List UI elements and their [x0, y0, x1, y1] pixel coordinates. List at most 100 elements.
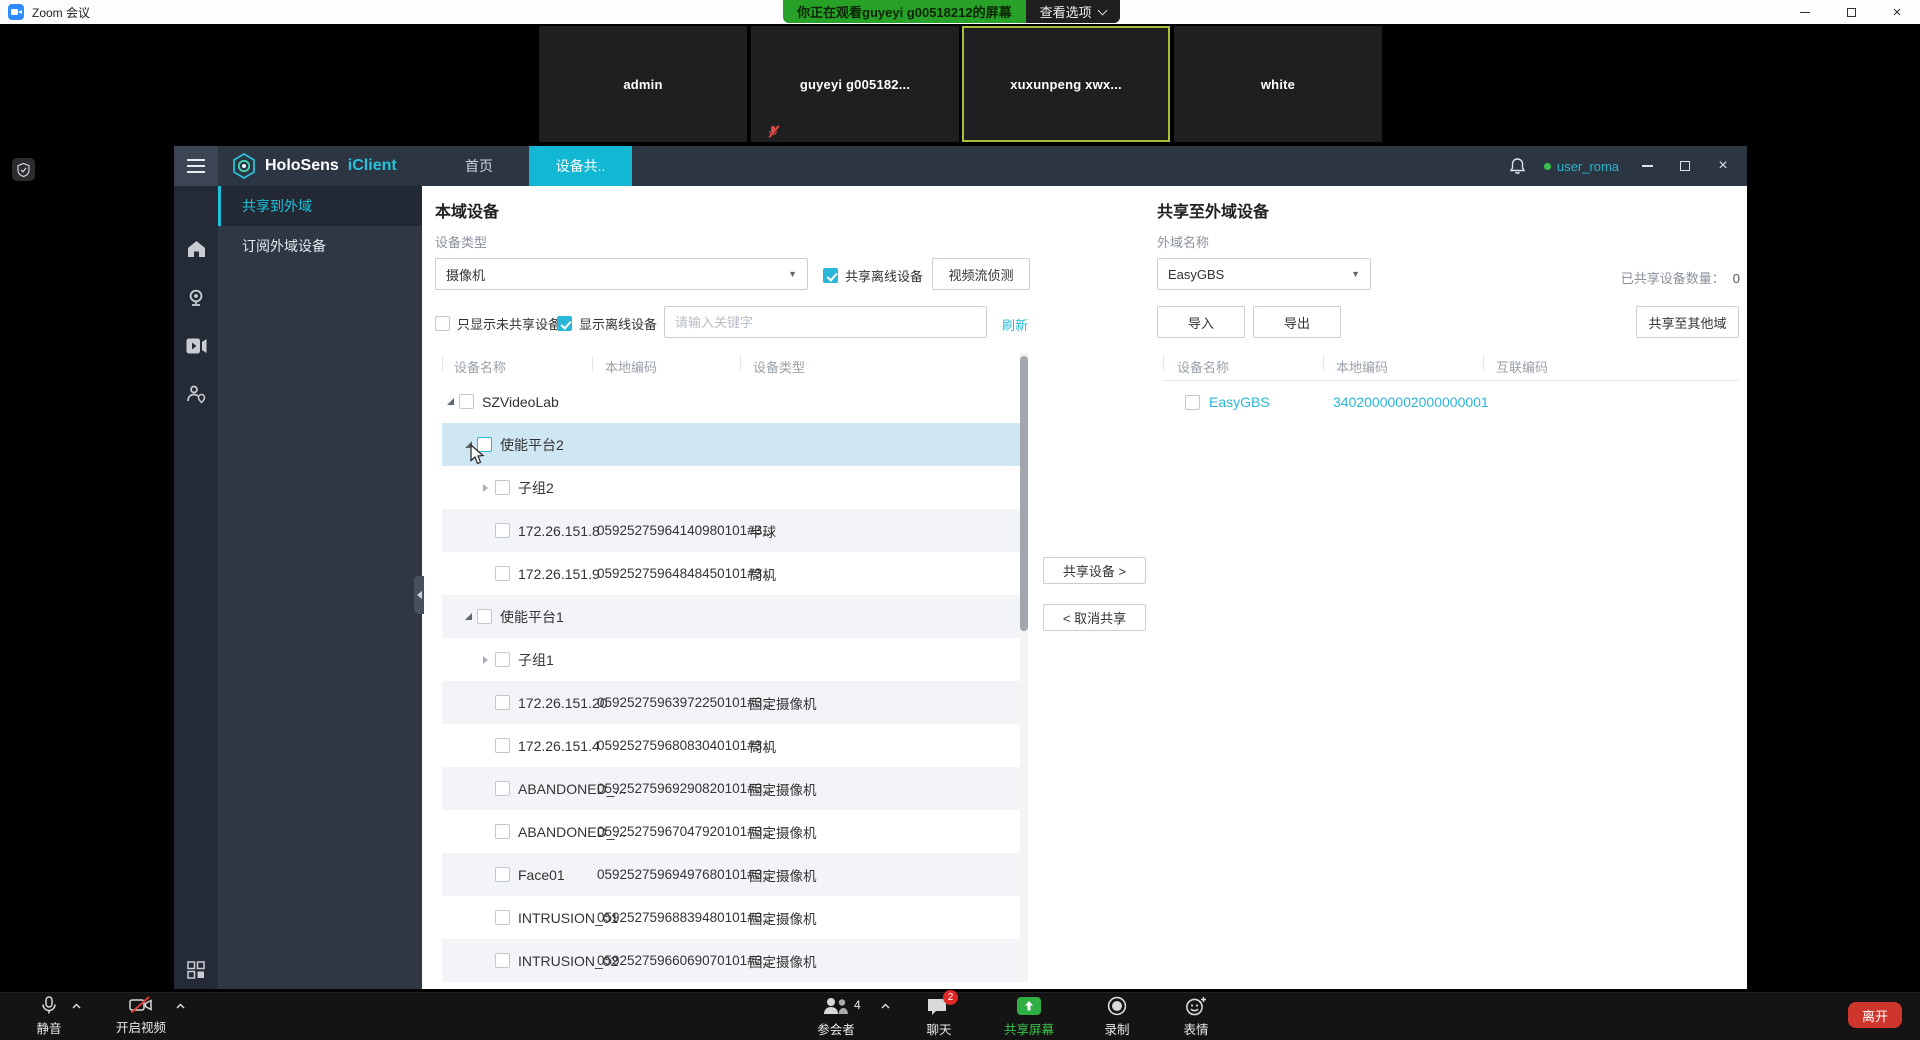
device-local-code: 05925275969290820101#3...	[597, 781, 774, 796]
tree-row-checkbox[interactable]	[495, 566, 510, 581]
tree-row-checkbox[interactable]	[495, 523, 510, 538]
tree-row-checkbox[interactable]	[495, 824, 510, 839]
holosens-hexagon-icon	[233, 153, 255, 179]
video-clip-icon[interactable]	[174, 329, 218, 363]
stream-detect-button[interactable]: 视频流侦测	[932, 258, 1030, 290]
tree-row[interactable]: 172.26.151.4 05925275968083040101#3... 筒机	[442, 724, 1020, 767]
show-offline-checkbox[interactable]: 显示离线设备	[557, 314, 657, 333]
checkbox-icon[interactable]	[435, 316, 450, 331]
video-options-caret[interactable]	[176, 1003, 185, 1009]
tree-row[interactable]: 172.26.151.8 05925275964140980101#3... 半球	[442, 509, 1020, 552]
app-restore-button[interactable]	[1675, 146, 1695, 186]
participant-name: white	[1260, 76, 1296, 92]
tree-row[interactable]: SZVideoLab	[442, 380, 1020, 423]
nav-collapse-handle[interactable]	[414, 576, 424, 614]
checkbox-icon[interactable]	[557, 316, 572, 331]
record-button[interactable]: 录制	[1079, 996, 1155, 1038]
tree-row-checkbox[interactable]	[495, 652, 510, 667]
participant-tile[interactable]: xuxunpeng xwx...	[962, 26, 1170, 142]
camera-device-icon[interactable]	[174, 281, 218, 315]
tree-row[interactable]: 172.26.151.9 05925275964848450101#3... 筒机	[442, 552, 1020, 595]
device-type: 固定摄像机	[749, 696, 817, 712]
maximize-button[interactable]	[1828, 0, 1874, 24]
tree-row[interactable]: 子组1	[442, 638, 1020, 681]
import-button[interactable]: 导入	[1157, 306, 1245, 338]
nav-item-subscribe-external[interactable]: 订阅外域设备	[218, 226, 422, 266]
security-shield-icon[interactable]	[12, 158, 35, 181]
unshare-device-button[interactable]: < 取消共享	[1043, 604, 1146, 631]
tree-row-checkbox[interactable]	[495, 910, 510, 925]
app-logo: HoloSens iClient	[232, 146, 397, 186]
export-button[interactable]: 导出	[1253, 306, 1341, 338]
share-device-button[interactable]: 共享设备 >	[1043, 557, 1146, 584]
share-offline-checkbox[interactable]: 共享离线设备	[823, 266, 923, 285]
tab-device-share[interactable]: 设备共..	[529, 146, 632, 186]
participant-tile[interactable]: admin	[539, 26, 747, 142]
tree-row-checkbox[interactable]	[495, 781, 510, 796]
only-unshared-checkbox[interactable]: 只显示未共享设备	[435, 314, 561, 333]
share-screen-button[interactable]: 共享屏幕	[991, 996, 1067, 1038]
remote-device-rows: EasyGBS 34020000002000000001	[1163, 382, 1739, 422]
tree-row[interactable]: Face01 05925275969497680101#3... 固定摄像机	[442, 853, 1020, 896]
reactions-button[interactable]: 表情	[1158, 996, 1234, 1038]
participant-tile[interactable]: white	[1174, 26, 1382, 142]
device-type-select[interactable]: 摄像机 ▼	[435, 258, 808, 290]
chat-button[interactable]: 2 聊天	[901, 990, 977, 1038]
user-chip[interactable]: user_roma	[1543, 159, 1619, 174]
alarm-bell-icon[interactable]	[1509, 157, 1526, 175]
participants-caret[interactable]	[881, 1003, 890, 1009]
start-video-button[interactable]: 开启视频	[103, 996, 179, 1036]
apps-grid-icon[interactable]	[174, 953, 218, 987]
tree-row-checkbox[interactable]	[459, 394, 474, 409]
external-domain-select[interactable]: EasyGBS ▼	[1157, 258, 1371, 290]
mute-options-caret[interactable]	[72, 1003, 81, 1009]
col-device-type: 设备类型	[753, 360, 806, 375]
tree-expand-arrow-icon[interactable]	[483, 483, 488, 492]
tree-row-checkbox[interactable]	[495, 953, 510, 968]
tree-collapse-arrow-icon[interactable]	[447, 398, 454, 405]
tree-row[interactable]: ABANDONED_... 05925275969290820101#3... 固定…	[442, 767, 1020, 810]
home-icon[interactable]	[174, 232, 218, 266]
tree-row[interactable]: INTRUSION_01 05925275968839480101#3... 固定摄…	[442, 896, 1020, 939]
tree-scrollbar-thumb[interactable]	[1020, 356, 1028, 631]
app-minimize-button[interactable]	[1637, 146, 1657, 186]
close-button[interactable]: ×	[1874, 0, 1920, 24]
tree-collapse-arrow-icon[interactable]	[465, 613, 472, 620]
tree-scrollbar[interactable]	[1020, 353, 1028, 982]
tree-row[interactable]: 使能平台2	[442, 423, 1020, 466]
share-other-domain-button[interactable]: 共享至其他域	[1636, 306, 1739, 338]
tree-expand-arrow-icon[interactable]	[483, 655, 488, 664]
remote-device-row[interactable]: EasyGBS 34020000002000000001	[1163, 382, 1739, 422]
tree-row[interactable]: 子组2	[442, 466, 1020, 509]
online-status-dot	[1543, 162, 1551, 170]
device-name: 172.26.151.20	[518, 694, 608, 711]
search-input[interactable]	[664, 306, 987, 338]
remote-row-checkbox[interactable]	[1185, 394, 1200, 410]
app-close-button[interactable]: ×	[1713, 146, 1733, 186]
device-local-code: 05925275967047920101#3...	[597, 824, 774, 839]
participant-tile[interactable]: guyeyi g005182...	[751, 26, 959, 142]
tree-row-checkbox[interactable]	[495, 738, 510, 753]
minimize-button[interactable]	[1782, 0, 1828, 24]
device-local-code: 05925275963972250101#3...	[597, 695, 774, 710]
tree-row[interactable]: ABANDONED_... 05925275967047920101#3... 固定…	[442, 810, 1020, 853]
menu-hamburger-button[interactable]	[174, 146, 218, 186]
device-name: 子组1	[518, 651, 554, 668]
tree-row-checkbox[interactable]	[477, 609, 492, 624]
nav-item-share-to-external[interactable]: 共享到外域	[218, 186, 422, 226]
device-type: 固定摄像机	[749, 782, 817, 798]
tree-row[interactable]: 使能平台1	[442, 595, 1020, 638]
remote-table-header: 设备名称 本地编码 互联编码	[1163, 353, 1739, 380]
tree-row-checkbox[interactable]	[495, 867, 510, 882]
tree-row-checkbox[interactable]	[495, 480, 510, 495]
refresh-link[interactable]: 刷新	[1002, 315, 1028, 334]
leave-button[interactable]: 离开	[1848, 1002, 1902, 1028]
tree-row[interactable]: 172.26.151.20 05925275963972250101#3... 固定…	[442, 681, 1020, 724]
participants-button[interactable]: 4 参会者	[798, 996, 874, 1038]
view-options-button[interactable]: 查看选项	[1025, 0, 1120, 23]
tab-home[interactable]: 首页	[429, 146, 529, 186]
tree-row[interactable]: INTRUSION_02 05925275966069070101#3... 固定摄…	[442, 939, 1020, 982]
tree-row-checkbox[interactable]	[495, 695, 510, 710]
person-location-icon[interactable]	[174, 377, 218, 411]
checkbox-icon[interactable]	[823, 268, 838, 283]
